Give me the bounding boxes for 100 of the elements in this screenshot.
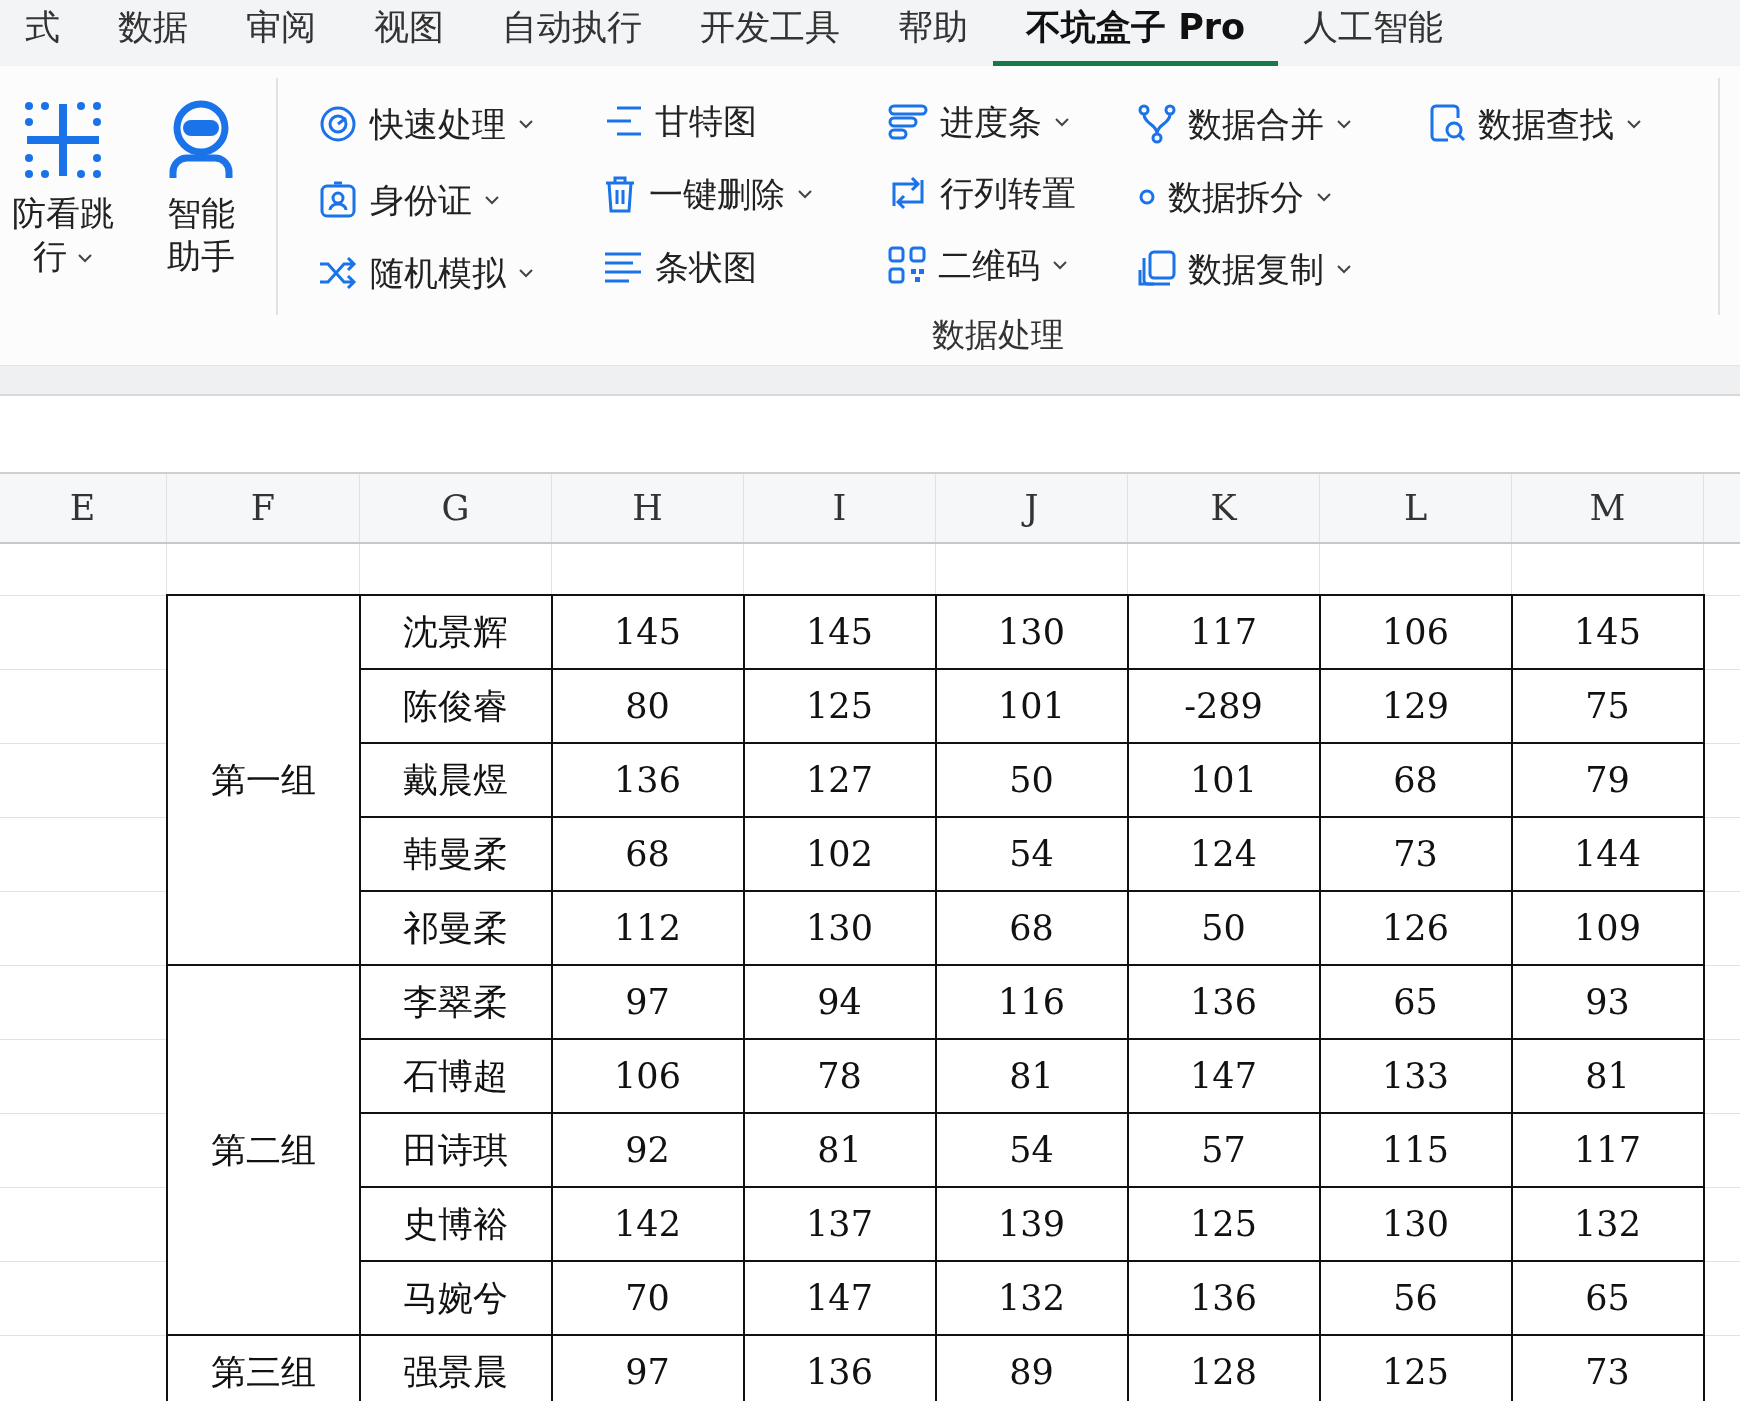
table-cell: 石博超 xyxy=(359,1039,552,1113)
table-cell: 68 xyxy=(935,891,1128,965)
ribbon-tool-button[interactable]: 身份证 xyxy=(318,174,603,226)
ribbon-large-button[interactable]: 智能助手 xyxy=(142,98,260,315)
table-cell: 145 xyxy=(1511,595,1704,669)
ribbon-tool-button[interactable]: 进度条 xyxy=(888,98,1138,146)
caret-icon xyxy=(1336,119,1352,129)
table-cell: 116 xyxy=(935,965,1128,1039)
table-cell: 80 xyxy=(551,669,744,743)
ribbon-tool-button[interactable]: 甘特图 xyxy=(603,98,888,144)
table-cell: 第一组 xyxy=(166,595,360,965)
table-cell: 102 xyxy=(743,817,936,891)
table-cell: 沈景辉 xyxy=(359,595,552,669)
table-cell: 125 xyxy=(1127,1187,1320,1261)
ribbon-tool-button[interactable]: 条状图 xyxy=(603,244,888,290)
column-header: E xyxy=(0,473,167,543)
column-header: G xyxy=(359,473,552,543)
ribbon-tool-button[interactable]: 数据拆分 xyxy=(1138,174,1428,220)
table-cell: 50 xyxy=(1127,891,1320,965)
column-header: M xyxy=(1511,473,1704,543)
column-header: H xyxy=(551,473,744,543)
ribbon-tool-button[interactable]: 二维码 xyxy=(888,240,1138,290)
table-cell: 李翠柔 xyxy=(359,965,552,1039)
table-cell: 145 xyxy=(743,595,936,669)
progress-bars-icon xyxy=(888,104,928,140)
table-cell: 139 xyxy=(935,1187,1128,1261)
table-cell: 78 xyxy=(743,1039,936,1113)
table-cell: 145 xyxy=(551,595,744,669)
caret-icon xyxy=(1054,117,1070,127)
table-cell: 81 xyxy=(743,1113,936,1187)
table-cell: 112 xyxy=(551,891,744,965)
table-cell: 68 xyxy=(551,817,744,891)
caret-icon xyxy=(518,268,534,278)
column-header: I xyxy=(743,473,936,543)
table-cell: 祁曼柔 xyxy=(359,891,552,965)
table-cell: 50 xyxy=(935,743,1128,817)
caret-icon xyxy=(1626,119,1642,129)
table-cell: 130 xyxy=(743,891,936,965)
table-cell: 124 xyxy=(1127,817,1320,891)
id-card-icon xyxy=(318,180,358,220)
table-cell: 133 xyxy=(1319,1039,1512,1113)
table-cell: 106 xyxy=(1319,595,1512,669)
table-cell: 70 xyxy=(551,1261,744,1335)
table-cell: 101 xyxy=(1127,743,1320,817)
table-cell: 65 xyxy=(1511,1261,1704,1335)
table-cell: 137 xyxy=(743,1187,936,1261)
group-label: 数据处理 xyxy=(931,314,1065,356)
caret-icon xyxy=(797,189,813,199)
table-cell: 第二组 xyxy=(166,965,360,1335)
table-cell: 136 xyxy=(551,743,744,817)
shuffle-icon xyxy=(318,256,358,290)
table-cell: 130 xyxy=(935,595,1128,669)
table-cell: 81 xyxy=(935,1039,1128,1113)
column-header: F xyxy=(166,473,360,543)
caret-icon xyxy=(1316,192,1332,202)
ribbon-tool-button[interactable]: 随机模拟 xyxy=(318,250,603,296)
caret-icon xyxy=(1336,264,1352,274)
table-cell: 132 xyxy=(935,1261,1128,1335)
caret-icon xyxy=(77,253,94,263)
table-cell: 第三组 xyxy=(166,1335,360,1401)
table-cell: 韩曼柔 xyxy=(359,817,552,891)
table-cell: 127 xyxy=(743,743,936,817)
table-cell: 132 xyxy=(1511,1187,1704,1261)
ribbon-tool-button[interactable]: 快速处理 xyxy=(318,98,603,150)
bar-lines-icon xyxy=(603,251,643,283)
caret-icon xyxy=(484,195,500,205)
table-cell: 147 xyxy=(743,1261,936,1335)
table-cell: 136 xyxy=(1127,965,1320,1039)
table-cell: 126 xyxy=(1319,891,1512,965)
copy-icon xyxy=(1138,250,1176,288)
column-header: L xyxy=(1319,473,1512,543)
table-cell: 79 xyxy=(1511,743,1704,817)
table-cell: 陈俊睿 xyxy=(359,669,552,743)
column-header: K xyxy=(1127,473,1320,543)
table-cell: 57 xyxy=(1127,1113,1320,1187)
table-cell: 97 xyxy=(551,965,744,1039)
ribbon-tool-button[interactable]: 数据复制 xyxy=(1138,244,1428,294)
document-search-icon xyxy=(1428,104,1466,144)
column-header: J xyxy=(935,473,1128,543)
qr-code-icon xyxy=(888,246,926,284)
ribbon-large-button[interactable]: 防看跳行 xyxy=(4,98,122,315)
table-cell: 115 xyxy=(1319,1113,1512,1187)
ribbon-tool-button[interactable]: 数据查找 xyxy=(1428,98,1678,150)
ribbon-tool-button[interactable]: 数据合并 xyxy=(1138,98,1428,150)
table-cell: 117 xyxy=(1127,595,1320,669)
table-cell: 117 xyxy=(1511,1113,1704,1187)
table-cell: 142 xyxy=(551,1187,744,1261)
table-cell: 94 xyxy=(743,965,936,1039)
table-cell: 125 xyxy=(743,669,936,743)
table-cell: 54 xyxy=(935,1113,1128,1187)
table-cell: 75 xyxy=(1511,669,1704,743)
caret-icon xyxy=(518,119,534,129)
table-cell: 129 xyxy=(1319,669,1512,743)
table-cell: -289 xyxy=(1127,669,1320,743)
table-cell: 戴晨煜 xyxy=(359,743,552,817)
table-cell: 56 xyxy=(1319,1261,1512,1335)
ribbon-tool-button[interactable]: 行列转置 xyxy=(888,170,1138,216)
circle-icon xyxy=(1138,188,1156,206)
ribbon-tool-button[interactable]: 一键删除 xyxy=(603,168,888,220)
table-cell: 144 xyxy=(1511,817,1704,891)
